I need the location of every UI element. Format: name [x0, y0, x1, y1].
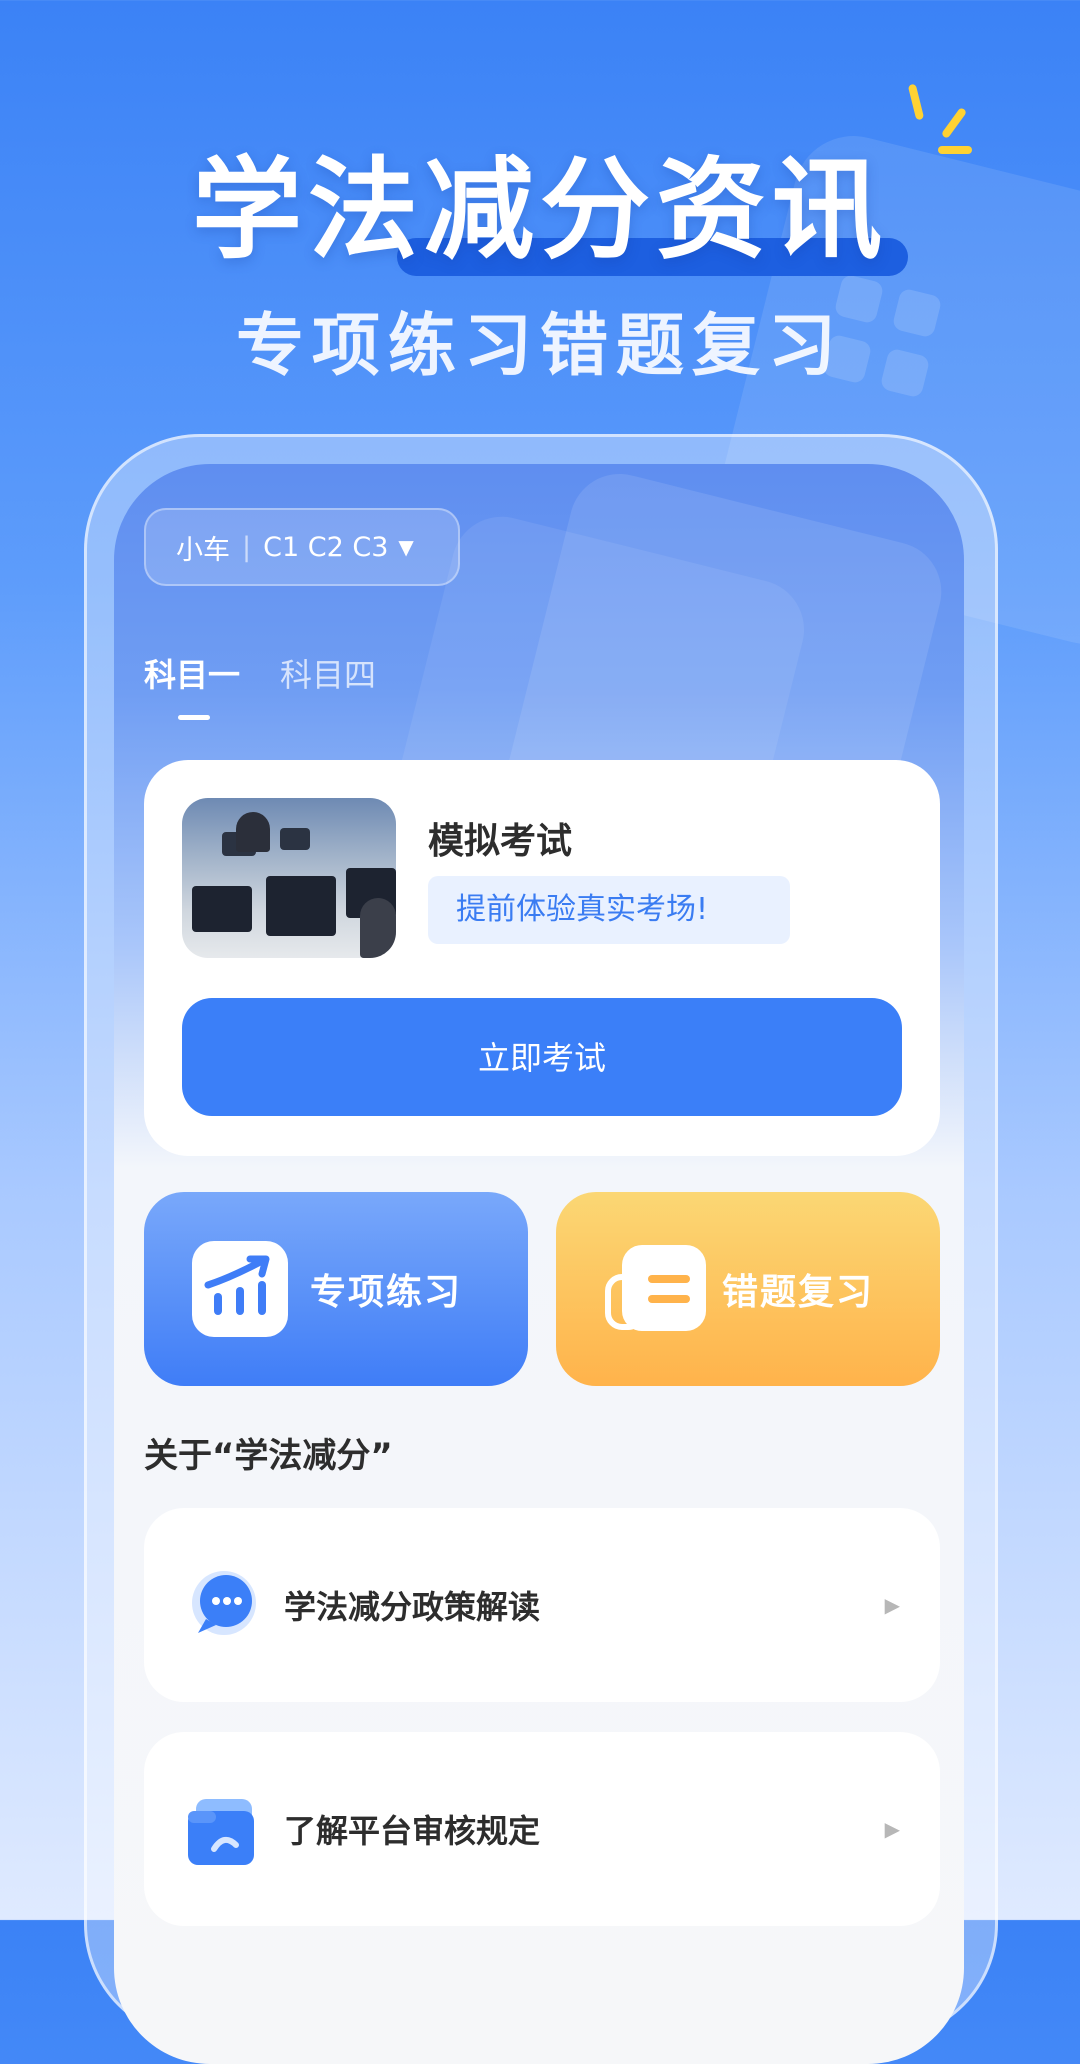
policy-interpretation-item[interactable]: 学法减分政策解读 ▶	[144, 1508, 940, 1702]
mock-exam-card: 模拟考试 提前体验真实考场! 立即考试	[144, 760, 940, 1156]
chat-bubble-icon	[184, 1565, 264, 1645]
exam-tagline: 提前体验真实考场!	[428, 876, 790, 944]
arrow-right-icon: ▶	[884, 1817, 900, 1841]
mistake-review-label: 错题复习	[722, 1272, 875, 1313]
policy-interpretation-label: 学法减分政策解读	[284, 1588, 541, 1626]
caret-down-icon: ▼	[398, 535, 414, 559]
about-section-title: 关于“学法减分”	[144, 1436, 393, 1476]
phone-screen: 小车 | C1 C2 C3 ▼ 科目一 科目四 模拟考试 提前体验真实考场! 立…	[114, 464, 964, 2064]
separator: |	[242, 531, 252, 563]
folder-icon	[184, 1789, 264, 1869]
arrow-right-icon: ▶	[884, 1593, 900, 1617]
sparkle-icon	[938, 146, 972, 154]
vehicle-type-label: 小车	[176, 534, 230, 566]
mistake-review-tile[interactable]: 错题复习	[556, 1192, 940, 1386]
subject-tabs: 科目一 科目四	[144, 650, 376, 720]
tab-subject-four[interactable]: 科目四	[280, 650, 376, 696]
sparkle-icon	[907, 83, 925, 121]
chart-up-icon	[192, 1241, 288, 1337]
license-class-label: C1 C2 C3	[263, 531, 389, 563]
exam-title: 模拟考试	[428, 821, 573, 862]
tab-subject-one[interactable]: 科目一	[144, 650, 240, 720]
exam-room-photo	[182, 798, 396, 958]
document-icon	[604, 1241, 706, 1337]
vehicle-type-selector[interactable]: 小车 | C1 C2 C3 ▼	[144, 508, 460, 586]
special-practice-tile[interactable]: 专项练习	[144, 1192, 528, 1386]
headline-subtitle: 专项练习错题复习	[235, 307, 844, 386]
start-exam-button[interactable]: 立即考试	[182, 998, 902, 1116]
special-practice-label: 专项练习	[310, 1272, 463, 1313]
platform-rules-item[interactable]: 了解平台审核规定 ▶	[144, 1732, 940, 1926]
headline: 学法减分资讯 专项练习错题复习	[0, 83, 1080, 389]
sparkle-icon	[940, 106, 968, 140]
headline-title: 学法减分资讯	[192, 146, 888, 274]
platform-rules-label: 了解平台审核规定	[284, 1812, 541, 1850]
